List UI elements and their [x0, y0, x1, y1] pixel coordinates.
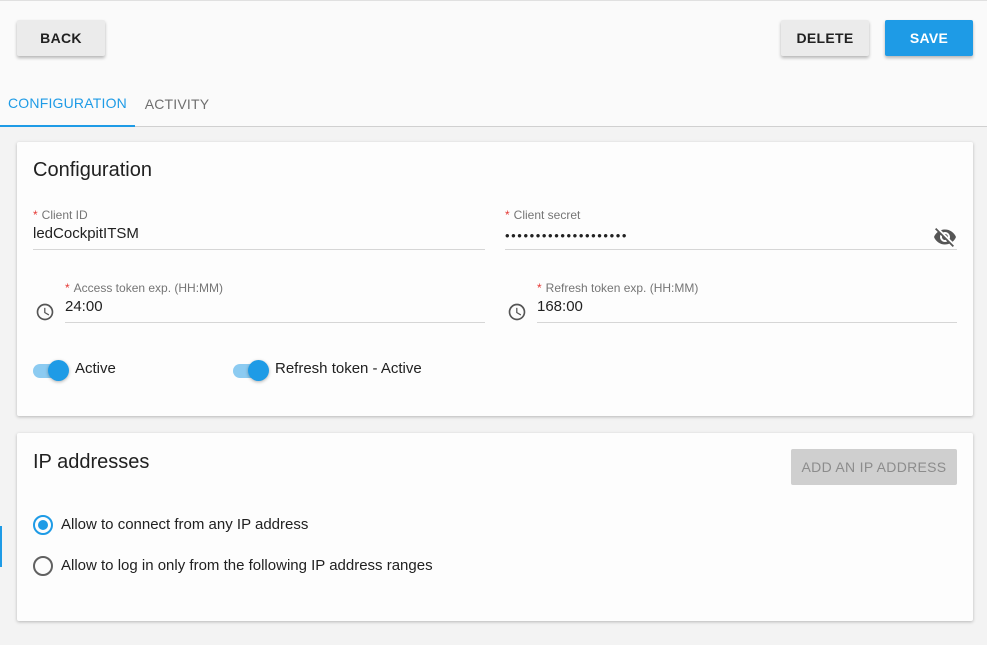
refresh-token-exp-field[interactable]: * Refresh token exp. (HH:MM) 168:00 [537, 281, 957, 323]
focus-indicator [0, 526, 2, 567]
ip-addresses-card: IP addresses ADD AN IP ADDRESS Allow to … [17, 433, 973, 621]
client-id-field[interactable]: * Client ID ledCockpitITSM [33, 208, 485, 250]
active-toggle-label: Active [75, 360, 116, 377]
tab-activity[interactable]: ACTIVITY [135, 81, 219, 127]
client-secret-label: * Client secret [505, 208, 581, 222]
access-token-exp-value[interactable]: 24:00 [65, 298, 103, 315]
client-id-value[interactable]: ledCockpitITSM [33, 225, 139, 242]
access-token-exp-field[interactable]: * Access token exp. (HH:MM) 24:00 [65, 281, 485, 323]
tab-configuration[interactable]: CONFIGURATION [0, 81, 135, 127]
configuration-card: Configuration * Client ID ledCockpitITSM … [17, 142, 973, 416]
eye-off-icon[interactable] [933, 225, 957, 249]
clock-icon [35, 302, 55, 322]
client-secret-field[interactable]: * Client secret •••••••••••••••••••• [505, 208, 957, 250]
radio-any-ip-label[interactable]: Allow to connect from any IP address [61, 516, 308, 533]
required-marker: * [33, 208, 38, 222]
radio-any-ip[interactable] [33, 515, 53, 535]
field-underline [505, 249, 957, 250]
radio-ip-ranges[interactable] [33, 556, 53, 576]
required-marker: * [65, 281, 70, 295]
required-marker: * [505, 208, 510, 222]
client-secret-value[interactable]: •••••••••••••••••••• [505, 228, 628, 243]
delete-button[interactable]: DELETE [781, 20, 869, 56]
save-button[interactable]: SAVE [885, 20, 973, 56]
back-button[interactable]: BACK [17, 20, 105, 56]
ip-addresses-title: IP addresses [33, 451, 150, 473]
required-marker: * [537, 281, 542, 295]
refresh-token-active-toggle[interactable] [233, 360, 269, 381]
refresh-token-exp-value[interactable]: 168:00 [537, 298, 583, 315]
field-underline [33, 249, 485, 250]
toggle-knob [48, 360, 69, 381]
field-underline [65, 322, 485, 323]
field-underline [537, 322, 957, 323]
refresh-token-exp-label: * Refresh token exp. (HH:MM) [537, 281, 699, 295]
top-toolbar: BACK DELETE SAVE CONFIGURATION ACTIVITY [0, 0, 987, 127]
active-toggle[interactable] [33, 360, 69, 381]
refresh-token-active-toggle-label: Refresh token - Active [275, 360, 422, 377]
configuration-title: Configuration [33, 159, 152, 181]
access-token-exp-label: * Access token exp. (HH:MM) [65, 281, 224, 295]
radio-ip-ranges-label[interactable]: Allow to log in only from the following … [61, 557, 433, 574]
client-id-label: * Client ID [33, 208, 88, 222]
toggle-knob [248, 360, 269, 381]
add-ip-address-button[interactable]: ADD AN IP ADDRESS [791, 449, 957, 485]
clock-icon [507, 302, 527, 322]
